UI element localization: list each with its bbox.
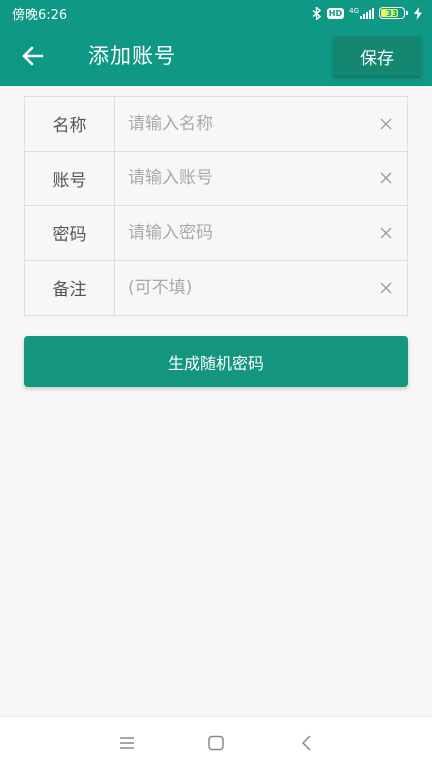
form-row-account: 账号 bbox=[25, 151, 407, 206]
page-title: 添加账号 bbox=[88, 44, 176, 68]
battery-icon: 33 bbox=[379, 7, 408, 19]
home-square-icon[interactable] bbox=[204, 731, 228, 755]
save-button[interactable]: 保存 bbox=[333, 36, 421, 76]
battery-percent: 33 bbox=[386, 8, 398, 18]
note-input[interactable] bbox=[115, 260, 407, 315]
system-nav-bar bbox=[0, 716, 432, 768]
hd-badge: HD bbox=[326, 7, 345, 19]
status-bar: 傍晚6:26 HD 4G 33 bbox=[0, 0, 432, 26]
name-field bbox=[115, 97, 407, 151]
close-icon[interactable] bbox=[379, 226, 393, 240]
note-field bbox=[115, 260, 407, 315]
name-input[interactable] bbox=[115, 97, 407, 151]
password-input[interactable] bbox=[115, 206, 407, 260]
app-bar: 添加账号 保存 bbox=[0, 26, 432, 86]
note-label: 备注 bbox=[25, 260, 115, 315]
account-label: 账号 bbox=[25, 151, 115, 205]
form-row-name: 名称 bbox=[25, 97, 407, 152]
close-icon[interactable] bbox=[379, 171, 393, 185]
password-field bbox=[115, 206, 407, 260]
bluetooth-icon bbox=[312, 6, 321, 20]
signal-icon: 4G bbox=[349, 6, 374, 19]
back-chevron-icon[interactable] bbox=[295, 731, 319, 755]
status-icons: HD 4G 33 bbox=[312, 6, 422, 20]
menu-icon[interactable] bbox=[115, 731, 139, 755]
account-field bbox=[115, 151, 407, 205]
status-time: 傍晚6:26 bbox=[12, 7, 68, 23]
close-icon[interactable] bbox=[379, 281, 393, 295]
back-button[interactable] bbox=[18, 41, 50, 71]
network-type-label: 4G bbox=[349, 6, 359, 15]
name-label: 名称 bbox=[25, 97, 115, 151]
account-input[interactable] bbox=[115, 151, 407, 205]
form-row-password: 密码 bbox=[25, 206, 407, 261]
generate-password-button[interactable]: 生成随机密码 bbox=[24, 336, 408, 387]
password-label: 密码 bbox=[25, 206, 115, 260]
close-icon[interactable] bbox=[379, 117, 393, 131]
form-row-note: 备注 bbox=[25, 260, 407, 315]
account-form: 名称 账号 密码 备注 bbox=[24, 96, 408, 316]
arrow-left-icon bbox=[22, 46, 44, 66]
charging-icon bbox=[414, 6, 422, 20]
